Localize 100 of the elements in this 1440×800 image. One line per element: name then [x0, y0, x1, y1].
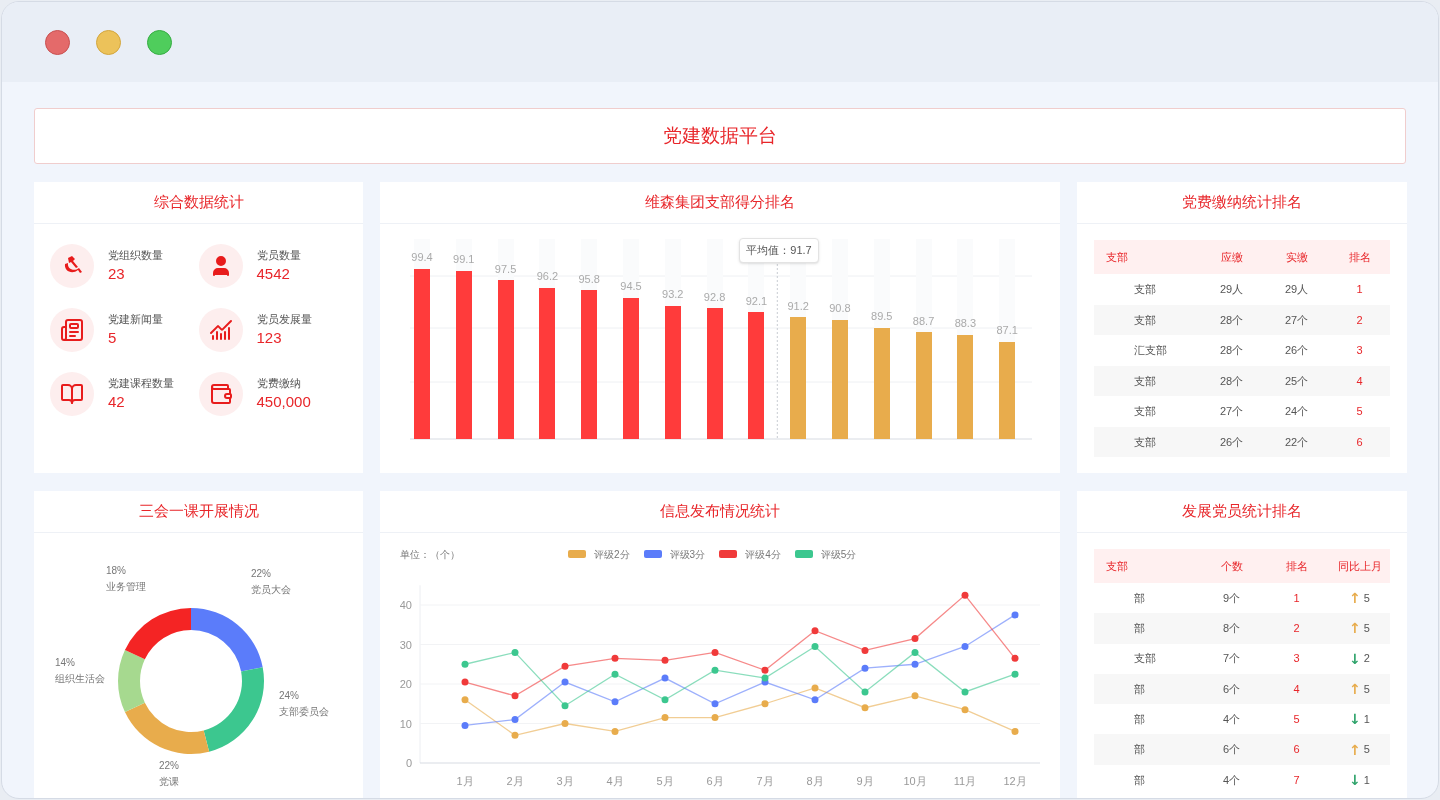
data-point: [561, 720, 569, 727]
donut-slice: [191, 608, 263, 672]
data-point: [561, 678, 569, 686]
table-cell-text: 6: [1292, 742, 1301, 758]
rising-chart-icon: [208, 318, 233, 342]
data-point: [611, 698, 619, 706]
bar-value-label: 97.5: [494, 261, 517, 277]
data-point: [811, 684, 819, 692]
x-tick-label: 8月: [806, 775, 824, 787]
legend-swatch: [794, 550, 813, 558]
table-cell-text: 支部: [1133, 651, 1157, 667]
change-value: 5: [1363, 621, 1370, 637]
data-point: [711, 666, 719, 674]
x-tick-label: 6月: [706, 775, 724, 787]
table-cell-text: 支部: [1133, 282, 1157, 297]
average-tooltip: 平均值：91.7: [739, 238, 819, 263]
table-cell-text: 部: [1133, 742, 1146, 758]
data-point: [461, 722, 469, 729]
bar-value-label: 92.8: [703, 289, 726, 305]
trend-arrow: ↓: [1349, 712, 1361, 727]
table-cell-text: 3: [1355, 343, 1364, 358]
data-point: [911, 692, 919, 700]
data-point: [961, 591, 969, 599]
data-point: [661, 714, 669, 722]
x-tick-label: 7月: [756, 775, 774, 787]
table-cell-text: 9个: [1221, 590, 1242, 606]
stat-label: 党建新闻量: [108, 311, 163, 327]
x-tick-label: 11月: [953, 775, 977, 787]
panel-title: 发展党员统计排名: [1182, 501, 1302, 522]
data-point: [961, 643, 969, 650]
table-cell-text: 部: [1133, 712, 1146, 728]
data-point: [661, 696, 669, 704]
table-cell-text: 支部: [1133, 404, 1157, 419]
data-point: [511, 731, 519, 739]
slice-percent: 22%: [159, 760, 179, 771]
data-point: [661, 656, 669, 664]
table-cell-text: 部: [1133, 681, 1146, 697]
table-cell-text: 支部: [1133, 312, 1157, 328]
bar-value-label: 94.5: [620, 279, 642, 295]
change-value: 2: [1363, 651, 1370, 667]
book-icon: [60, 382, 84, 406]
legend-swatch: [643, 550, 662, 558]
trend-arrow: ↑: [1349, 621, 1361, 636]
data-point: [861, 704, 869, 712]
data-point: [1011, 727, 1019, 735]
stat-value: 123: [256, 328, 283, 348]
stat-value: 23: [108, 264, 126, 284]
x-tick-label: 12月: [1003, 775, 1027, 787]
table-cell-text: 27个: [1218, 404, 1245, 419]
data-point: [861, 664, 869, 672]
x-tick-label: 9月: [856, 775, 874, 787]
table-cell-text: 24个: [1283, 404, 1310, 419]
slice-label: 党课: [159, 776, 179, 787]
column-header: 排名: [1347, 249, 1372, 265]
data-point: [461, 660, 469, 668]
table-cell-text: 6个: [1221, 681, 1242, 697]
table-cell-text: 1: [1292, 590, 1301, 606]
bar-value-label: 95.8: [578, 271, 600, 287]
table-cell-text: 6: [1355, 434, 1364, 450]
table-cell-text: 2: [1355, 312, 1364, 328]
x-tick-label: 5月: [656, 775, 674, 787]
table-cell-text: 3: [1292, 651, 1301, 667]
panel-title: 信息发布情况统计: [660, 501, 780, 522]
data-point: [861, 688, 869, 696]
data-point: [561, 662, 569, 670]
table-cell-text: 28个: [1218, 373, 1245, 389]
table-cell-text: 7个: [1221, 651, 1242, 667]
data-point: [711, 648, 719, 656]
table-cell-text: 25个: [1283, 373, 1310, 389]
table-cell-text: 4个: [1221, 772, 1242, 788]
trend-arrow: ↑: [1349, 591, 1361, 606]
table-cell-text: 部: [1133, 772, 1146, 788]
table-cell-text: 28个: [1218, 312, 1245, 328]
data-point: [811, 643, 819, 650]
panel-title: 维森集团支部得分排名: [645, 192, 795, 213]
data-point: [911, 635, 919, 643]
slice-percent: 18%: [106, 565, 126, 576]
table-cell-text: 部: [1133, 621, 1146, 637]
change-value: 5: [1363, 681, 1370, 697]
trend-arrow: ↓: [1349, 772, 1361, 787]
page-title: 党建数据平台: [663, 123, 777, 148]
table-cell-text: 8个: [1221, 621, 1242, 637]
table-cell-text: 2: [1292, 621, 1301, 637]
y-tick-label: 40: [399, 599, 412, 611]
table-cell-text: 汇支部: [1133, 343, 1168, 358]
trend-arrow: ↑: [1349, 682, 1361, 697]
data-point: [611, 727, 619, 735]
table-cell-text: 6个: [1221, 742, 1242, 758]
table-cell-text: 支部: [1133, 434, 1157, 450]
stat-value: 450,000: [256, 392, 311, 412]
data-point: [661, 674, 669, 682]
legend-label: 评级3分: [669, 547, 706, 562]
panel-title: 党费缴纳统计排名: [1182, 192, 1302, 213]
data-point: [911, 648, 919, 656]
bar-value-label: 90.8: [829, 301, 851, 317]
table-cell-text: 支部: [1133, 373, 1157, 389]
x-tick-label: 1月: [456, 775, 474, 787]
data-point: [961, 688, 969, 696]
data-point: [611, 670, 619, 678]
bar-value-label: 99.4: [411, 250, 433, 266]
